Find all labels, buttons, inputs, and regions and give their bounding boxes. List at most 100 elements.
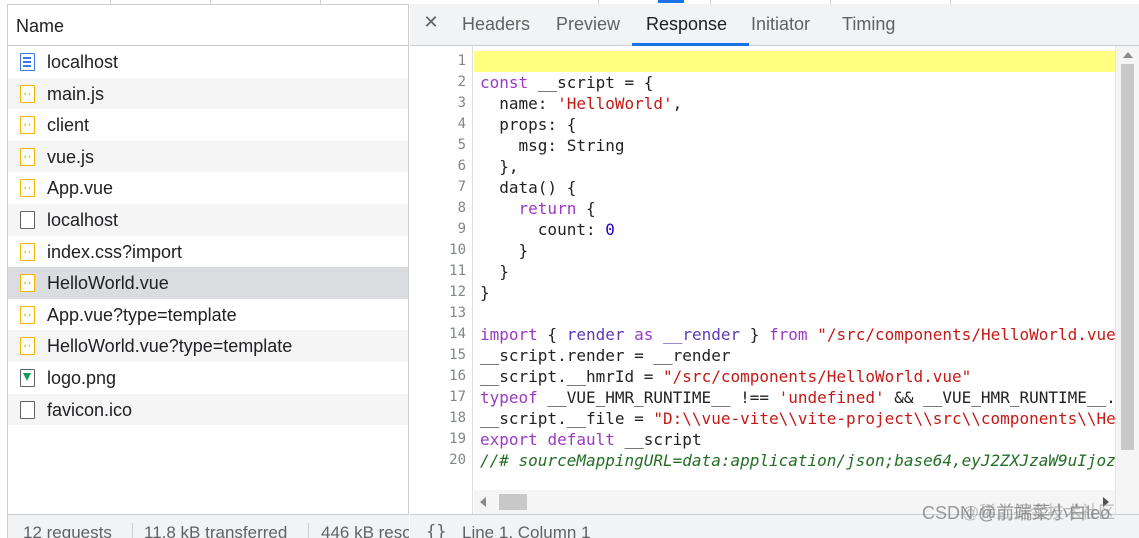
code-token: __script.render = __render: [480, 346, 731, 365]
request-name: HelloWorld.vue?type=template: [47, 336, 293, 357]
request-row[interactable]: ‹› index.css?import: [8, 236, 408, 268]
line-number: 12: [449, 284, 466, 300]
request-row[interactable]: logo.png: [8, 362, 408, 394]
code-line: __script.__file = "D:\\vue-vite\\vite-pr…: [480, 408, 1115, 429]
code-token: //# sourceMappingURL=data:application/js…: [480, 451, 1115, 470]
tab-initiator[interactable]: Initiator: [751, 14, 810, 35]
name-column-label: Name: [16, 16, 65, 36]
code-line: }: [480, 261, 509, 282]
request-row[interactable]: ‹› HelloWorld.vue: [8, 267, 408, 299]
request-name: HelloWorld.vue: [47, 273, 169, 294]
code-line: //# sourceMappingURL=data:application/js…: [480, 450, 1115, 471]
tab-headers[interactable]: Headers: [462, 14, 530, 35]
code-token: "D:\\vue-vite\\vite-project\\src\\compon…: [653, 409, 1115, 428]
code-token: export: [480, 430, 538, 449]
request-name: main.js: [47, 83, 105, 104]
code-token: name:: [480, 94, 558, 113]
code-token: render: [566, 325, 625, 344]
tab-response[interactable]: Response: [646, 14, 727, 35]
code-token: 'HelloWorld': [557, 94, 673, 113]
request-row[interactable]: localhost: [8, 46, 408, 78]
request-name: favicon.ico: [47, 399, 133, 420]
request-row[interactable]: localhost: [8, 204, 408, 236]
code-line: const __script = {: [480, 72, 653, 93]
code-token: __VUE_HMR_RUNTIME__ !==: [537, 388, 779, 407]
tab-timing[interactable]: Timing: [842, 14, 895, 35]
request-name: logo.png: [47, 368, 117, 388]
request-row[interactable]: ‹› vue.js: [8, 140, 408, 173]
request-row[interactable]: favicon.ico: [8, 393, 408, 426]
code-token: {: [576, 199, 596, 218]
code-token: import: [480, 325, 538, 344]
line-number: 6: [457, 158, 466, 174]
code-line: return {: [480, 198, 596, 219]
code-token: default: [547, 430, 615, 449]
script-icon: ‹›: [20, 337, 35, 356]
script-icon: ‹›: [20, 274, 35, 293]
blank-file-icon: [20, 400, 35, 419]
scroll-left-arrow-icon[interactable]: [480, 497, 486, 507]
image-icon: [20, 369, 35, 387]
line-number: 13: [449, 305, 466, 321]
script-icon: ‹›: [20, 305, 35, 324]
code-line: typeof __VUE_HMR_RUNTIME__ !== 'undefine…: [480, 387, 1115, 408]
scroll-up-arrow-icon[interactable]: [1123, 52, 1133, 58]
response-code-viewer[interactable]: 1 2 3 4 5 6 7 8 9 10 11 12 13 14 15 16 17 18 19 20 const __…: [410, 46, 1139, 514]
script-icon: ‹›: [20, 179, 35, 198]
request-row[interactable]: ‹› main.js: [8, 77, 408, 110]
script-icon: ‹›: [20, 116, 35, 135]
code-token: 0: [605, 220, 615, 239]
code-token: && __VUE_HMR_RUNTIME__.createRecord: [894, 388, 1115, 407]
tab-preview[interactable]: Preview: [556, 14, 620, 35]
code-line: }: [480, 282, 490, 303]
request-row[interactable]: ‹› HelloWorld.vue?type=template: [8, 330, 408, 362]
line-number: 3: [457, 95, 466, 111]
request-row[interactable]: ‹› App.vue?type=template: [8, 299, 408, 331]
pretty-print-button[interactable]: {}: [426, 522, 446, 538]
line-number: 10: [449, 242, 466, 258]
network-summary-bar: 12 requests 11.8 kB transferred 446 kB r…: [7, 514, 409, 538]
summary-divider: [308, 523, 309, 538]
request-rows: localhost ‹› main.js ‹› client ‹› vue.js ‹› App.…: [7, 46, 409, 514]
request-row[interactable]: ‹› client: [8, 109, 408, 141]
code-token: __script.__file =: [480, 409, 654, 428]
code-token: as: [634, 325, 654, 344]
name-column-header[interactable]: Name: [7, 4, 409, 46]
vertical-scroll-thumb[interactable]: [1121, 64, 1134, 450]
response-source[interactable]: const __script = { name: 'HelloWorld', p…: [480, 51, 1115, 471]
line-number: 15: [449, 347, 466, 363]
code-token: },: [480, 157, 519, 176]
request-name: App.vue: [47, 178, 114, 199]
line-number: 16: [449, 368, 466, 384]
code-token: data() {: [480, 178, 577, 197]
code-token: {: [537, 325, 567, 344]
line-number: 2: [457, 74, 466, 90]
code-token: "/src/components/HelloWorld.vue": [663, 367, 972, 386]
code-token: __script: [614, 430, 702, 449]
line-number: 19: [449, 431, 466, 447]
request-detail-panel: ✕ Headers Preview Response Initiator Tim…: [410, 0, 1139, 538]
code-token: }: [740, 325, 770, 344]
code-line: export default __script: [480, 429, 702, 450]
request-name: localhost: [47, 210, 119, 230]
line-number: 18: [449, 410, 466, 426]
code-token: }: [480, 283, 490, 302]
code-token: __script.__hmrId =: [480, 367, 664, 386]
code-line: __script.__hmrId = "/src/components/Hell…: [480, 366, 971, 387]
detail-tab-bar: ✕ Headers Preview Response Initiator Tim…: [410, 4, 1139, 46]
close-icon[interactable]: ✕: [422, 13, 440, 31]
code-token: ,: [672, 94, 683, 113]
request-row[interactable]: ‹› App.vue: [8, 172, 408, 204]
script-icon: ‹›: [20, 147, 35, 166]
vertical-scrollbar[interactable]: [1115, 46, 1139, 514]
line-number: 9: [457, 221, 466, 237]
code-token: count:: [480, 220, 606, 239]
code-line: import { render as __render } from "/src…: [480, 324, 1115, 345]
code-line: props: {: [480, 114, 576, 135]
horizontal-scroll-thumb[interactable]: [499, 494, 527, 510]
blank-file-icon: [20, 211, 35, 229]
